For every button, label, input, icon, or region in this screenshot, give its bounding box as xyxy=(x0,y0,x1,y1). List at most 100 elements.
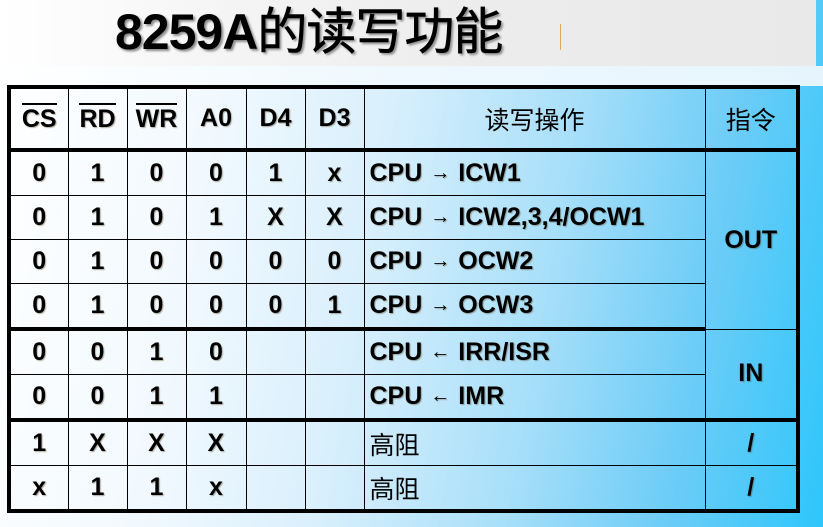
header-row: CS RD WR A0 D4 D3 读写操作 指令 xyxy=(8,86,799,152)
cell-operation-high-impedance: 高阻 xyxy=(363,465,706,512)
cell-a0: 0 xyxy=(185,328,247,375)
slide-title: 8259A的读写功能 xyxy=(115,2,504,62)
title-chip-name: 8259A xyxy=(115,4,258,60)
instruction-out: OUT xyxy=(704,149,799,330)
cell-cs: 0 xyxy=(8,283,69,331)
cell-rd: 0 xyxy=(67,374,128,422)
table-row: 0 1 0 1 X X CPU → ICW2,3,4/OCW1 xyxy=(8,195,798,240)
table-row: 1 X X X 高阻 / xyxy=(8,419,799,466)
cell-operation: CPU ← IRR/ISR xyxy=(363,328,706,375)
cell-d4 xyxy=(245,419,306,466)
cell-rd: 1 xyxy=(67,149,128,196)
background-band xyxy=(0,66,823,86)
cell-operation-high-impedance: 高阻 xyxy=(363,419,706,466)
cell-cs: 0 xyxy=(8,239,69,284)
cell-rd: 1 xyxy=(67,195,128,240)
cell-cs: 0 xyxy=(8,374,69,422)
cell-operation: CPU → ICW1 xyxy=(363,149,706,196)
cell-d4: 0 xyxy=(245,239,306,284)
cell-d3: 1 xyxy=(304,283,365,331)
arrow-right-icon: → xyxy=(430,294,451,316)
cell-wr: 1 xyxy=(126,465,187,512)
cell-d3 xyxy=(304,374,365,422)
cell-d4 xyxy=(245,465,306,512)
cell-operation: CPU → OCW2 xyxy=(363,239,706,284)
op-source: CPU xyxy=(369,247,423,275)
table-row: 0 1 0 0 0 0 CPU → OCW2 xyxy=(8,239,798,284)
cell-wr: 1 xyxy=(126,328,187,375)
instruction-none: / xyxy=(704,419,799,466)
arrow-right-icon: → xyxy=(430,250,451,272)
text-caret xyxy=(560,24,561,50)
table-row: x 1 1 x 高阻 / xyxy=(8,465,799,512)
instruction-in: IN xyxy=(704,328,799,422)
header-d3: D3 xyxy=(304,86,365,152)
op-source: CPU xyxy=(369,203,423,231)
cell-a0: x xyxy=(185,465,247,512)
table-row: 0 1 0 0 0 1 CPU → OCW3 xyxy=(8,283,798,331)
op-target: OCW2 xyxy=(458,247,534,275)
cell-operation: CPU ← IMR xyxy=(363,374,706,422)
table-row: 0 0 1 0 CPU ← IRR/ISR IN xyxy=(8,328,799,422)
cell-rd: 1 xyxy=(67,239,128,284)
cell-d4 xyxy=(245,374,306,422)
op-source: CPU xyxy=(369,291,423,319)
cell-cs: 1 xyxy=(8,419,69,466)
cell-wr: 0 xyxy=(126,195,187,240)
cell-a0: 0 xyxy=(185,283,247,331)
header-rd-label: RD xyxy=(79,103,116,133)
table-row: 0 1 0 0 1 x CPU → ICW1 OUT xyxy=(8,149,799,330)
cell-d4: 1 xyxy=(245,149,306,196)
op-target: ICW1 xyxy=(458,159,521,187)
cell-cs: 0 xyxy=(8,195,69,240)
cell-a0: 1 xyxy=(185,374,247,422)
op-source: CPU xyxy=(369,382,423,410)
header-operation: 读写操作 xyxy=(363,86,706,152)
read-write-table: CS RD WR A0 D4 D3 读写操作 指令 0 1 0 0 1 x CP… xyxy=(7,85,800,513)
cell-a0: 0 xyxy=(185,239,247,284)
cell-d3: X xyxy=(304,195,365,240)
cell-rd: 1 xyxy=(67,283,128,331)
cell-d3 xyxy=(304,328,365,375)
header-rd: RD xyxy=(67,86,128,152)
cell-wr: X xyxy=(126,419,187,466)
cell-rd: 0 xyxy=(67,328,128,375)
header-wr: WR xyxy=(126,86,187,152)
arrow-left-icon: ← xyxy=(430,385,451,407)
cell-rd: 1 xyxy=(67,465,128,512)
instruction-none: / xyxy=(704,465,799,512)
cell-rd: X xyxy=(67,419,128,466)
op-source: CPU xyxy=(369,338,423,366)
cell-d4 xyxy=(245,328,306,375)
cell-cs: 0 xyxy=(8,328,69,375)
header-wr-label: WR xyxy=(135,103,178,133)
header-cs: CS xyxy=(8,86,69,152)
cell-a0: 1 xyxy=(185,195,247,240)
header-a0: A0 xyxy=(185,86,247,152)
cell-d3 xyxy=(304,465,365,512)
op-target: ICW2,3,4/OCW1 xyxy=(458,203,645,231)
header-cs-label: CS xyxy=(21,103,57,133)
cell-wr: 1 xyxy=(126,374,187,422)
title-suffix: 的读写功能 xyxy=(257,3,504,62)
arrow-left-icon: ← xyxy=(430,341,451,363)
cell-operation: CPU → OCW3 xyxy=(363,283,706,331)
arrow-right-icon: → xyxy=(430,206,451,228)
cell-cs: x xyxy=(8,465,69,512)
op-target: OCW3 xyxy=(458,291,534,319)
cell-wr: 0 xyxy=(126,283,187,331)
arrow-right-icon: → xyxy=(430,162,451,184)
cell-operation: CPU → ICW2,3,4/OCW1 xyxy=(363,195,706,240)
op-target: IRR/ISR xyxy=(458,338,550,366)
cell-d4: 0 xyxy=(245,283,306,331)
table-row: 0 0 1 1 CPU ← IMR xyxy=(8,374,798,422)
cell-a0: X xyxy=(185,419,247,466)
cell-d3: x xyxy=(304,149,365,196)
op-target: IMR xyxy=(458,382,505,410)
header-d4: D4 xyxy=(245,86,306,152)
cell-d3: 0 xyxy=(304,239,365,284)
cell-wr: 0 xyxy=(126,149,187,196)
cell-a0: 0 xyxy=(185,149,247,196)
header-instruction: 指令 xyxy=(704,86,799,152)
cell-wr: 0 xyxy=(126,239,187,284)
